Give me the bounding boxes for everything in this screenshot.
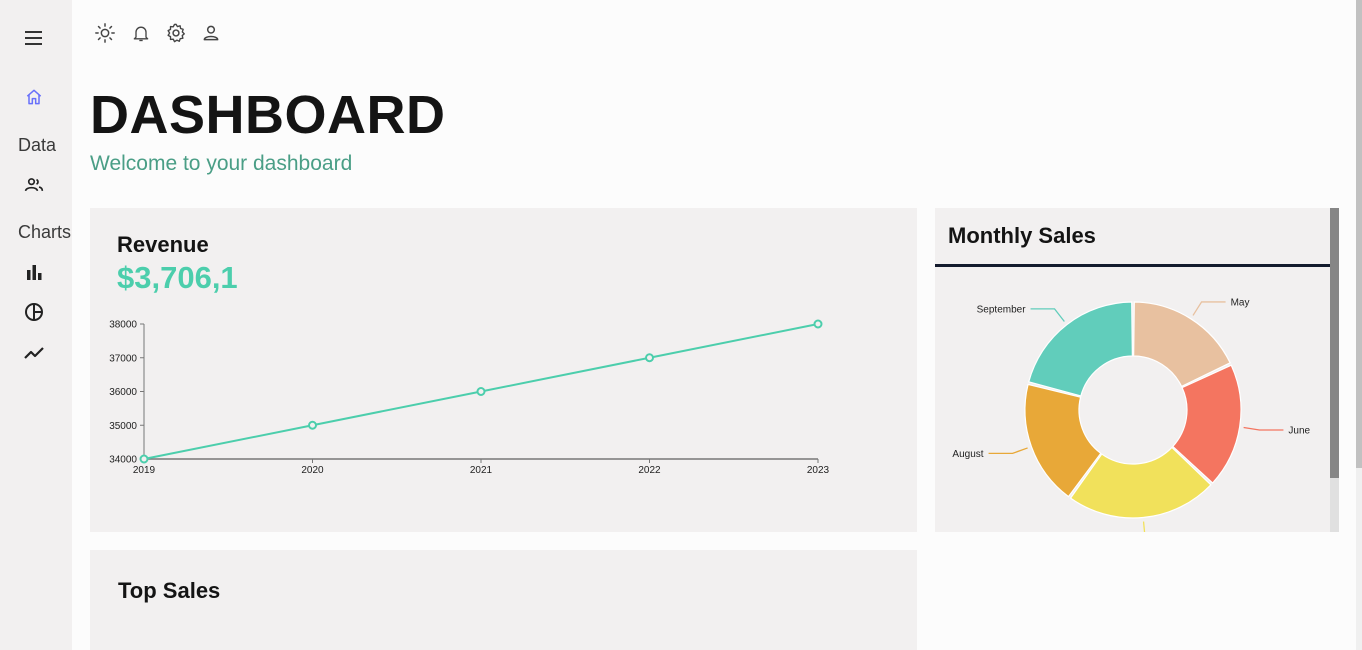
y-tick-label: 34000 — [109, 455, 137, 466]
home-icon[interactable] — [19, 82, 49, 112]
revenue-data-point[interactable] — [813, 319, 823, 329]
card-scrollbar-thumb[interactable] — [1330, 208, 1339, 478]
bar-chart-icon[interactable] — [19, 257, 49, 287]
top-sales-card: Top Sales — [90, 550, 917, 650]
x-tick-label: 2019 — [133, 465, 156, 476]
x-tick-label: 2021 — [470, 465, 493, 476]
pie-chart-icon[interactable] — [19, 297, 49, 327]
page-title: DASHBOARD — [90, 85, 446, 145]
x-tick-label: 2022 — [638, 465, 661, 476]
notifications-icon[interactable] — [128, 20, 154, 46]
x-tick-label: 2020 — [301, 465, 324, 476]
menu-icon[interactable] — [19, 23, 49, 53]
revenue-line-chart: 34000 35000 36000 37000 38000 2019 2020 2021 202… — [109, 319, 830, 476]
person-icon[interactable] — [198, 20, 224, 46]
page-subtitle: Welcome to your dashboard — [90, 152, 353, 175]
sidebar: Data Charts — [0, 0, 72, 650]
revenue-data-point[interactable] — [308, 420, 317, 430]
y-tick-label: 35000 — [109, 421, 137, 432]
sidebar-section-charts: Charts — [18, 222, 72, 242]
settings-icon[interactable] — [163, 20, 189, 46]
donut-label-link — [1142, 521, 1146, 532]
top-sales-title: Top Sales — [118, 578, 221, 603]
donut-slice-september[interactable] — [1027, 301, 1133, 397]
donut-label-june: June — [1288, 426, 1310, 437]
x-tick-label: 2023 — [807, 465, 830, 476]
donut-label-link — [1192, 301, 1226, 316]
revenue-data-point[interactable] — [476, 387, 486, 396]
monthly-sales-card: Monthly Sales MayJuneJulyAugustSeptember — [935, 208, 1339, 532]
donut-label-september: September — [977, 304, 1027, 315]
monthly-sales-donut-chart: MayJuneJulyAugustSeptember — [952, 297, 1311, 532]
y-tick-label: 37000 — [109, 353, 137, 364]
donut-label-august: August — [952, 449, 983, 460]
donut-label-link — [988, 447, 1028, 455]
revenue-card: Revenue $3,706,1 34000 35000 36000 37000 380… — [90, 208, 917, 532]
revenue-data-point[interactable] — [645, 353, 654, 363]
y-tick-label: 38000 — [109, 320, 137, 331]
revenue-data-point[interactable] — [139, 454, 149, 464]
donut-label-link — [1243, 426, 1284, 431]
light-mode-icon[interactable] — [92, 20, 118, 46]
donut-label-link — [1030, 308, 1065, 322]
sidebar-section-data: Data — [18, 135, 57, 155]
donut-label-may: May — [1231, 297, 1250, 308]
y-tick-label: 36000 — [109, 387, 137, 398]
people-icon[interactable] — [19, 170, 49, 200]
page-scrollbar-thumb[interactable] — [1356, 0, 1362, 468]
line-chart-icon[interactable] — [19, 338, 49, 368]
